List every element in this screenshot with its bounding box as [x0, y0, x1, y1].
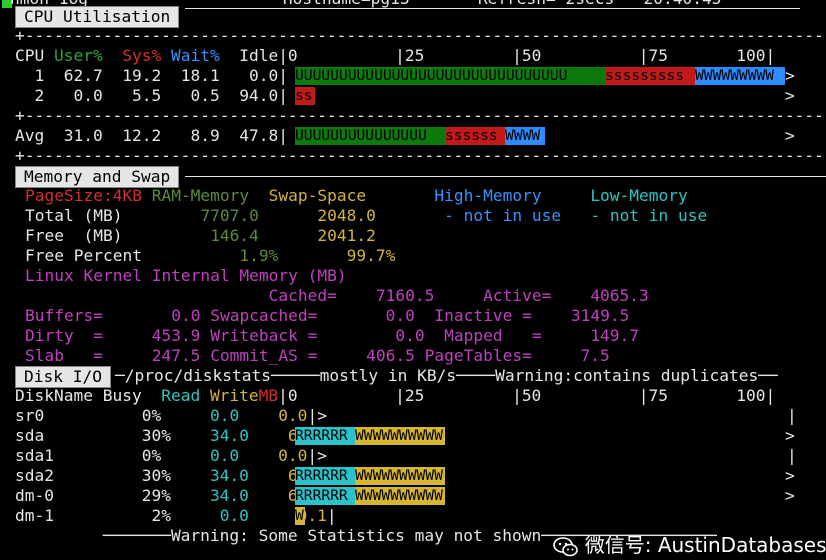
disk-row-dm-1: dm-1 2% 0.0 0.1|	[15, 506, 337, 525]
kernel-slab-row: Slab = 247.5 Commit_AS = 406.5 PageTable…	[25, 346, 610, 365]
sda-read-bar: RRRRRR	[295, 427, 355, 445]
disk-sda1-end: |	[787, 446, 797, 465]
dm0-read-bar: RRRRRR	[295, 487, 355, 505]
disk-sr0-end: |	[787, 406, 797, 425]
cpu1-wait-bar: WWWWWWWWW	[695, 67, 785, 85]
avg-end: >	[785, 126, 795, 145]
disk-section-title: Disk I/O	[15, 366, 111, 388]
cpu1-user-bar: UUUUUUUUUUUUUUUUUUUUUUUUUUUUUUU	[295, 67, 605, 85]
cpu-header: CPU User% Sys% Wait% Idle|0 |25 |50 |75 …	[15, 46, 776, 65]
top-divider	[185, 8, 800, 9]
avg-wait-bar: WWWW	[505, 127, 545, 145]
cpu-mid-ruler: +---------------------------------------…	[15, 106, 826, 125]
disk-row-dm-0: dm-0 29% 34.0 62.1|	[15, 486, 337, 505]
disk-row-sda2: sda2 30% 34.0 62.6|	[15, 466, 337, 485]
cpu2-sys-bar: ss	[295, 87, 315, 105]
dm0-write-bar: WWWWWWWWWW	[355, 487, 445, 505]
disk-row-sr0: sr0 0% 0.0 0.0|>	[15, 406, 327, 425]
avg-sys-bar: ssssss	[445, 127, 505, 145]
memory-divider	[185, 176, 826, 177]
disk-footer-warning: Warning: Some Statistics may not shown	[170, 526, 542, 545]
cpu1-sys-bar: sssssssss	[605, 67, 695, 85]
kernel-dirty-row: Dirty = 453.9 Writeback = 0.0 Mapped = 1…	[25, 326, 640, 345]
avg-user-bar: UUUUUUUUUUUUUUU	[295, 127, 445, 145]
cpu-row-2: 2 0.0 5.5 0.5 94.0|	[34, 86, 288, 105]
sda2-read-bar: RRRRRR	[295, 467, 355, 485]
dm1-write-bar: W	[295, 507, 305, 525]
memory-total-row: Total (MB) 7707.0 2048.0 - not in use - …	[25, 206, 708, 225]
cpu-bottom-ruler: +---------------------------------------…	[15, 146, 826, 165]
disk-units: mostly in KB/s	[319, 366, 457, 385]
memory-section-title: Memory and Swap	[15, 166, 180, 188]
disk-scale: |0 |25 |50 |75 100|	[278, 386, 776, 405]
disk-row-sda1: sda1 0% 0.0 0.0|>	[15, 446, 327, 465]
memory-pct-row: Free Percent 1.9% 99.7%	[25, 246, 396, 265]
disk-row-sda: sda 30% 34.0 62.6|	[15, 426, 337, 445]
disk-sda2-end: >	[785, 466, 795, 485]
sda-write-bar: WWWWWWWWWW	[355, 427, 445, 445]
watermark-text: 微信号: AustinDatabases	[584, 533, 826, 557]
cpu2-end: >	[785, 86, 795, 105]
memory-header: PageSize:4KB RAM-Memory Swap-Space High-…	[25, 186, 688, 205]
wechat-watermark: 微信号: AustinDatabases	[540, 500, 826, 557]
cpu-top-ruler: +---------------------------------------…	[15, 26, 826, 45]
refresh-time: Refresh= 2secs 20:40:45	[478, 0, 722, 8]
cpu-avg-row: Avg 31.0 12.2 8.9 47.8|	[15, 126, 288, 145]
wechat-icon	[552, 536, 578, 556]
kernel-memory-title: Linux Kernel Internal Memory (MB)	[25, 266, 347, 285]
disk-warning: Warning:contains duplicates	[495, 366, 759, 385]
kernel-cached-row: Cached= 7160.5 Active= 4065.3	[268, 286, 649, 305]
cpu1-end: >	[785, 66, 795, 85]
disk-header: DiskName Busy Read WriteMB|0 |25 |50 |75…	[15, 386, 776, 405]
hostname: Hostname=pg13	[283, 0, 410, 8]
cpu-section-title: CPU Utilisation	[15, 6, 180, 28]
memory-free-row: Free (MB) 146.4 2041.2	[25, 226, 376, 245]
cpu-scale: |0 |25 |50 |75 100|	[278, 46, 776, 65]
cpu-row-1: 1 62.7 19.2 18.1 0.0|	[34, 66, 288, 85]
kernel-buffers-row: Buffers= 0.0 Swapcached= 0.0 Inactive = …	[25, 306, 630, 325]
disk-sda-end: >	[785, 426, 795, 445]
sda2-write-bar: WWWWWWWWWW	[355, 467, 445, 485]
disk-title-line: ─/proc/diskstats─────mostly in KB/s────W…	[115, 366, 778, 385]
disk-source: /proc/diskstats	[124, 366, 271, 385]
